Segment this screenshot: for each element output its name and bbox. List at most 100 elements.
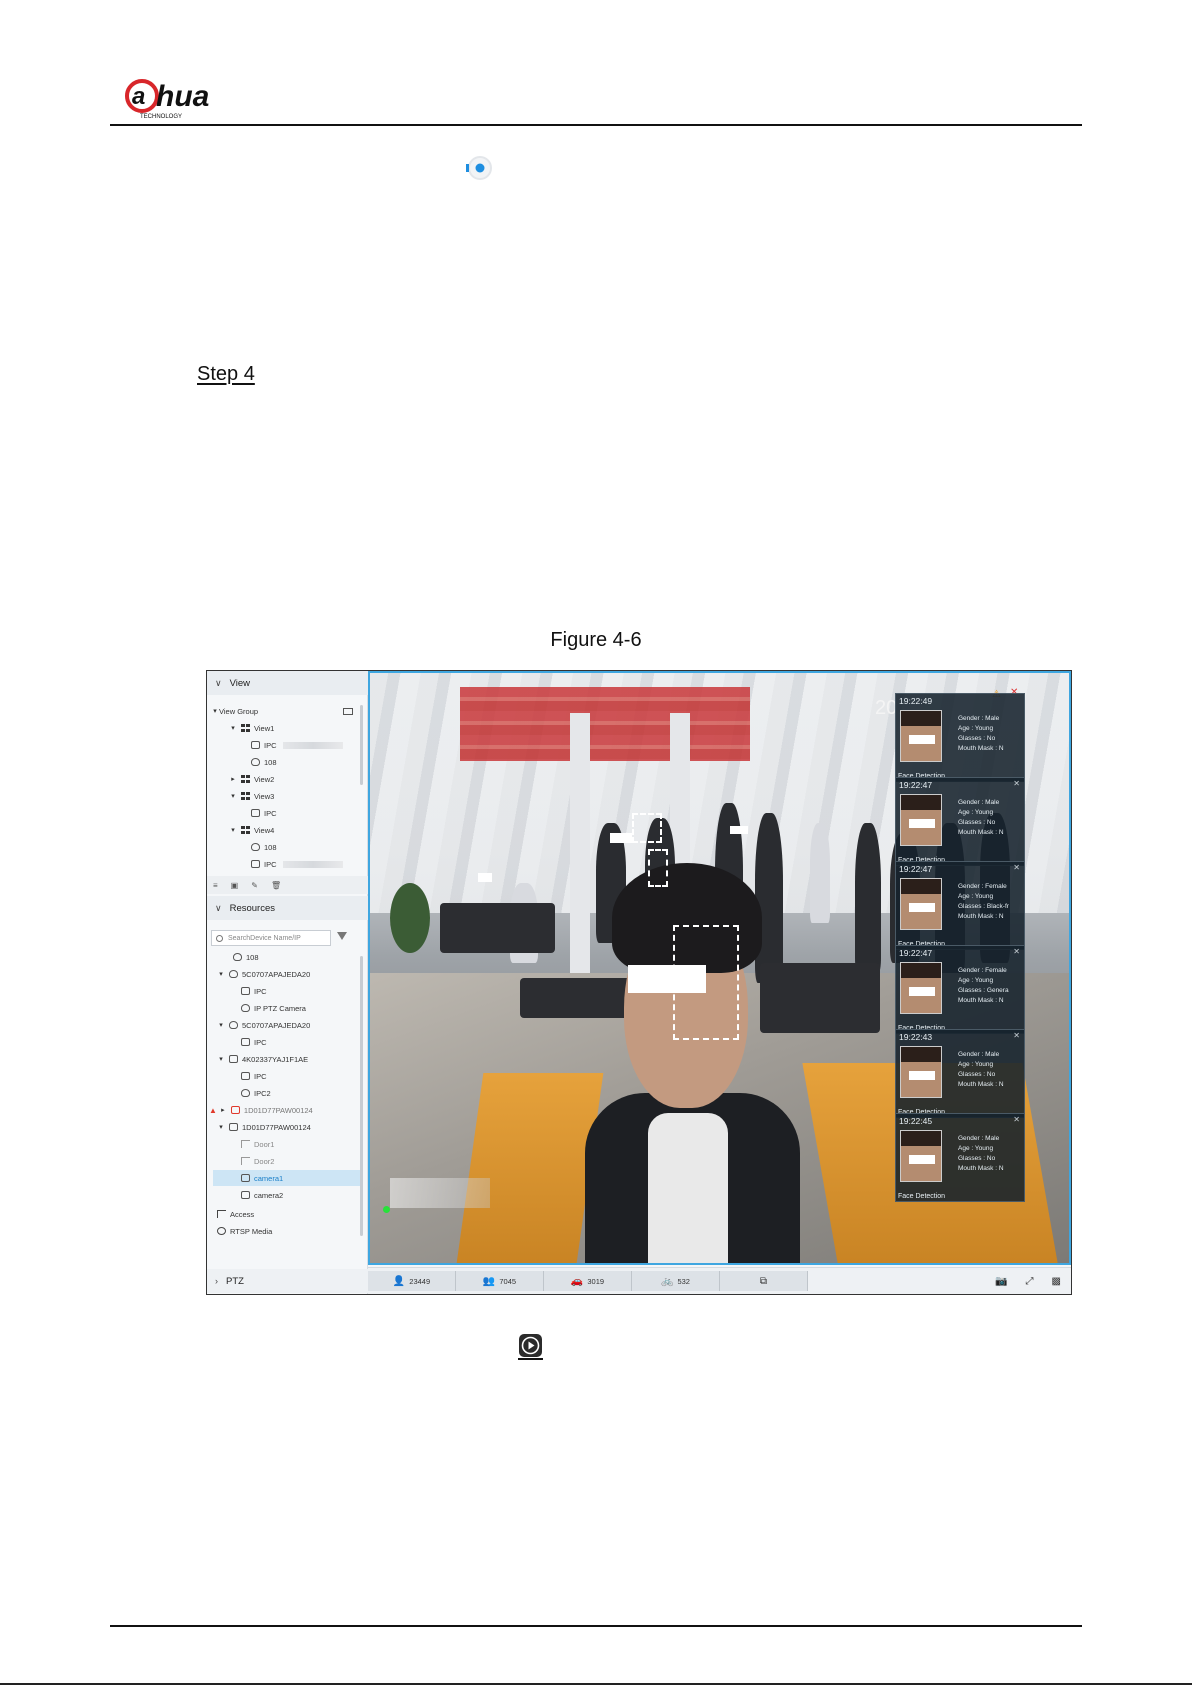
camera-icon [251, 809, 260, 817]
camera-icon [251, 741, 260, 749]
dome-camera-icon [229, 1021, 238, 1029]
close-icon[interactable]: ✕ [1013, 1115, 1020, 1124]
ptz-section-header[interactable]: › PTZ [207, 1269, 368, 1293]
tree-row-access[interactable]: Access [213, 1206, 254, 1222]
header-rule [110, 124, 1082, 126]
grid-icon [241, 775, 250, 783]
camera-icon [241, 987, 250, 995]
camera-offline-icon [230, 1106, 240, 1114]
tree-row-view[interactable]: ▾ View1 [229, 720, 274, 736]
copy-icon: ⧉ [759, 1275, 768, 1287]
tree-row-rtsp[interactable]: RTSP Media [213, 1223, 272, 1239]
tree-row-camera[interactable]: 108 [247, 754, 277, 770]
collapse-icon[interactable]: ≡ [213, 881, 218, 890]
blurred-watermark [390, 1178, 490, 1208]
close-icon[interactable]: ✕ [1013, 1031, 1020, 1040]
view-scrollbar[interactable] [360, 705, 363, 785]
face-thumbnail [900, 962, 942, 1014]
close-icon[interactable]: ✕ [1013, 863, 1020, 872]
detection-card[interactable]: 19:22:49 Gender : Male Age : Young Glass… [895, 693, 1025, 782]
tree-row-view[interactable]: ▾ View4 [229, 822, 274, 838]
crowd-count[interactable]: 👥 7045 [456, 1271, 544, 1291]
tree-row-device[interactable]: ▾ 4K02337YAJ1F1AE [217, 1051, 308, 1067]
access-icon [217, 1210, 226, 1218]
dome-camera-icon [251, 758, 260, 766]
close-icon[interactable]: ✕ [1013, 779, 1020, 788]
camera-icon [229, 1123, 238, 1131]
tree-row-camera[interactable]: IPC [247, 856, 343, 872]
client-screenshot: ∨ View ▾ View Group ▾ View1 IPC 108 ▸ Vi… [206, 670, 1072, 1295]
add-view-icon[interactable]: ▣ [231, 881, 239, 890]
tree-row-camera[interactable]: IPC [247, 737, 343, 753]
sofa [440, 903, 555, 953]
tree-row-view-group[interactable]: ▾ View Group [211, 703, 258, 719]
camera-icon [251, 860, 260, 868]
door-icon [241, 1157, 250, 1165]
tree-row-camera[interactable]: IP PTZ Camera [237, 1000, 306, 1016]
tree-row-device[interactable]: ▾ 5C0707APAJEDA20 [217, 1017, 310, 1033]
face-detection-box [632, 813, 662, 843]
camera-icon [241, 1174, 250, 1182]
view-section-header[interactable]: ∨ View [207, 671, 368, 695]
figure-caption: Figure 4-6 [550, 629, 642, 651]
resources-section-header[interactable]: ∨ Resources [207, 896, 368, 920]
tree-row-camera[interactable]: IPC [247, 805, 277, 821]
bike-count[interactable]: 🚲 532 [632, 1271, 720, 1291]
resources-scrollbar[interactable] [360, 956, 363, 1236]
detection-card[interactable]: 19:22:45 ✕ Gender : Male Age : Young Gla… [895, 1113, 1025, 1202]
tree-row-device[interactable]: ▾ 1D01D77PAW00124 [217, 1119, 311, 1135]
dahua-logo: a hua TECHNOLOGY [125, 79, 209, 120]
people-icon: 👥 [482, 1275, 496, 1287]
settings-icon[interactable]: ▩ [1052, 1276, 1061, 1287]
detection-card[interactable]: 19:22:43 ✕ Gender : Male Age : Young Gla… [895, 1029, 1025, 1118]
camera-icon [229, 1055, 238, 1063]
snapshot-icon[interactable]: 📷 [995, 1276, 1007, 1287]
vehicle-count[interactable]: 🚗 3019 [544, 1271, 632, 1291]
warning-icon: ▲ [209, 1105, 217, 1115]
recording-status-dot [383, 1206, 390, 1213]
grid-icon [241, 792, 250, 800]
dome-camera-icon [233, 953, 242, 961]
close-icon[interactable]: ✕ [1013, 947, 1020, 956]
tree-row-view[interactable]: ▸ View2 [229, 771, 274, 787]
tree-row-camera[interactable]: camera2 [237, 1187, 283, 1203]
stats-bar: 👤 23449 👥 7045 🚗 3019 🚲 532 ⧉ 📷 ⤢ ▩ [368, 1267, 1071, 1294]
search-icon [216, 934, 223, 942]
detection-card[interactable]: 19:22:47 ✕ Gender : Female Age : Young G… [895, 861, 1025, 950]
delete-icon[interactable]: 🗑 [271, 881, 281, 890]
tree-row-camera-selected[interactable]: camera1 [213, 1170, 363, 1186]
rtsp-icon [217, 1227, 226, 1235]
face-detection-box [648, 849, 668, 887]
tree-row-camera[interactable]: IPC [237, 983, 267, 999]
panel-toggle-icon[interactable] [343, 708, 353, 715]
plant [390, 883, 430, 953]
edit-icon[interactable]: ✎ [251, 881, 258, 890]
device-search-input[interactable]: SearchDevice Name/IP [211, 930, 331, 946]
fullscreen-icon[interactable]: ⤢ [1026, 1276, 1034, 1287]
person [810, 823, 830, 923]
layout-button[interactable]: ⧉ [720, 1271, 808, 1291]
tree-row-camera[interactable]: IPC2 [237, 1085, 271, 1101]
tree-row-camera[interactable]: 108 [247, 839, 277, 855]
camera-icon [241, 1072, 250, 1080]
tree-row-door[interactable]: Door1 [237, 1136, 274, 1152]
tree-row-device-offline[interactable]: ▲ ▸ 1D01D77PAW00124 [209, 1102, 313, 1118]
tree-row-camera[interactable]: IPC [237, 1034, 267, 1050]
chevron-down-icon: ∨ [215, 902, 222, 913]
dome-camera-icon [241, 1089, 250, 1097]
detection-card[interactable]: 19:22:47 ✕ Gender : Male Age : Young Gla… [895, 777, 1025, 866]
person [855, 823, 881, 973]
detection-card[interactable]: 19:22:47 ✕ Gender : Female Age : Young G… [895, 945, 1025, 1034]
tree-row-camera[interactable]: 108 [229, 949, 259, 965]
tree-row-device[interactable]: ▾ 5C0707APAJEDA20 [217, 966, 310, 982]
toggle-icon [466, 156, 492, 180]
person-count[interactable]: 👤 23449 [368, 1271, 456, 1291]
face-detection-list: 19:22:49 Gender : Male Age : Young Glass… [895, 693, 1025, 1241]
filter-icon[interactable] [337, 932, 347, 940]
door-icon [241, 1140, 250, 1148]
tree-row-camera[interactable]: IPC [237, 1068, 267, 1084]
tree-row-view[interactable]: ▾ View3 [229, 788, 274, 804]
step-label: Step 4 [197, 363, 255, 385]
tree-row-door[interactable]: Door2 [237, 1153, 274, 1169]
chevron-right-icon: › [215, 1276, 218, 1286]
